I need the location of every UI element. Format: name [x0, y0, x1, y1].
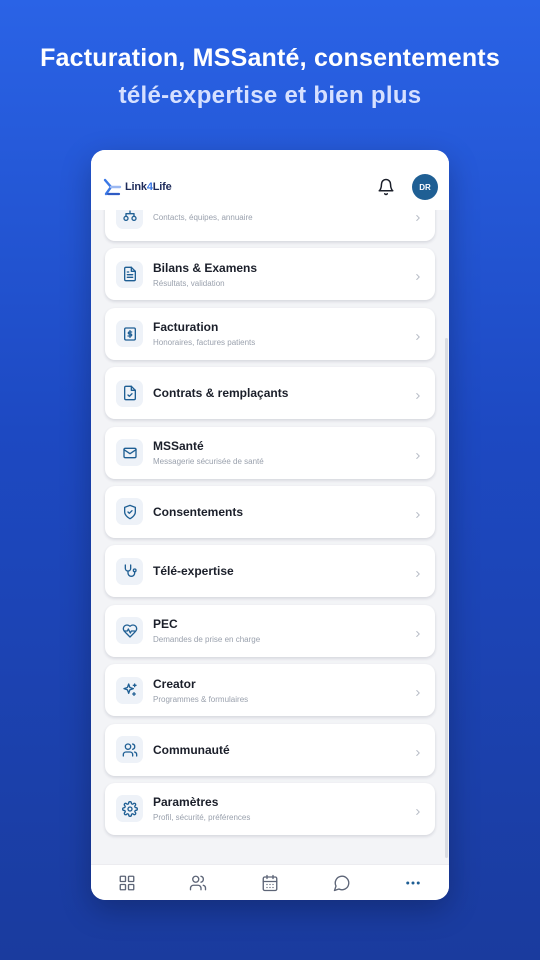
menu-item[interactable]: PEC Demandes de prise en charge — [105, 604, 435, 657]
users-icon — [116, 736, 143, 764]
org-icon — [116, 210, 143, 229]
menu-item-subtitle: Demandes de prise en charge — [153, 635, 261, 645]
bell-icon[interactable] — [376, 177, 396, 197]
contract-icon — [116, 379, 143, 407]
heart-pulse-icon — [116, 617, 143, 645]
menu-item-subtitle: Profil, sécurité, préférences — [153, 813, 251, 823]
menu-item-text: Contrats & remplaçants — [153, 386, 413, 400]
logo-text: Link4Life — [125, 181, 172, 193]
menu-scroll-area[interactable]: Contacts, équipes, annuaire Bilans & Exam… — [91, 210, 449, 864]
menu-item[interactable]: MSSanté Messagerie sécurisée de santé — [105, 426, 435, 479]
chevron-right-icon — [413, 388, 423, 400]
menu-item-subtitle: Résultats, validation — [153, 278, 225, 288]
chevron-right-icon — [413, 566, 423, 578]
logo-mark-icon — [103, 178, 122, 196]
menu-item[interactable]: Télé-expertise — [105, 545, 435, 598]
menu-item[interactable]: Communauté — [105, 723, 435, 776]
grid-icon[interactable] — [118, 874, 136, 892]
menu-item-text: Télé-expertise — [153, 564, 413, 578]
menu-item-title: Contrats & remplaçants — [153, 386, 289, 401]
menu-item-title: Télé-expertise — [153, 564, 234, 579]
promo-subline: télé-expertise et bien plus — [118, 82, 422, 109]
menu-item-subtitle: Contacts, équipes, annuaire — [153, 212, 253, 222]
patients-icon[interactable] — [189, 874, 207, 892]
chevron-right-icon — [413, 745, 423, 756]
menu-item-title: PEC — [153, 617, 178, 632]
menu-item-text: Contacts, équipes, annuaire — [153, 210, 413, 222]
invoice-icon — [116, 320, 143, 348]
mail-icon — [116, 439, 143, 467]
status-bar — [91, 150, 449, 164]
document-icon — [116, 260, 143, 288]
menu-item[interactable]: Consentements — [105, 485, 435, 538]
more-icon[interactable] — [404, 874, 422, 892]
chevron-right-icon — [413, 210, 423, 221]
chevron-right-icon — [413, 448, 423, 459]
menu-item-title: Facturation — [153, 320, 219, 335]
chevron-right-icon — [413, 507, 423, 518]
menu-item-text: Creator Programmes & formulaires — [153, 677, 413, 704]
chevron-right-icon — [413, 269, 423, 281]
app-logo[interactable]: Link4Life — [102, 177, 172, 197]
menu-item-text: Consentements — [153, 505, 413, 519]
menu-item-text: Paramètres Profil, sécurité, préférences — [153, 795, 413, 822]
menu-item-text: Facturation Honoraires, factures patients — [153, 320, 413, 347]
chat-icon[interactable] — [333, 874, 351, 892]
calendar-icon[interactable] — [261, 874, 279, 892]
stethoscope-icon — [116, 557, 143, 585]
menu-item-title: Communauté — [153, 742, 230, 757]
menu-item-title: MSSanté — [153, 439, 204, 454]
avatar[interactable]: DR — [412, 174, 438, 200]
menu-item-text: Communauté — [153, 743, 413, 757]
menu-item[interactable]: Facturation Honoraires, factures patients — [105, 307, 435, 360]
bottom-nav — [91, 864, 449, 900]
gear-icon — [116, 795, 143, 823]
scrollbar[interactable] — [445, 338, 448, 858]
menu-item-text: MSSanté Messagerie sécurisée de santé — [153, 439, 413, 466]
promo-headline: Facturation, MSSanté, consentements — [40, 44, 500, 72]
menu-item[interactable]: Contacts, équipes, annuaire — [105, 210, 435, 241]
menu-item-text: Bilans & Examens Résultats, validation — [153, 261, 413, 288]
menu-item-subtitle: Honoraires, factures patients — [153, 338, 256, 348]
menu-item-title: Creator — [153, 676, 196, 691]
chevron-right-icon — [413, 804, 423, 815]
menu-item-title: Consentements — [153, 504, 244, 519]
shield-check-icon — [116, 498, 143, 526]
sparkles-icon — [116, 676, 143, 704]
menu-item-title: Bilans & Examens — [153, 260, 258, 275]
menu-item[interactable]: Paramètres Profil, sécurité, préférences — [105, 782, 435, 835]
chevron-right-icon — [413, 626, 423, 637]
menu-item-subtitle: Programmes & formulaires — [153, 694, 249, 704]
menu-list: Contacts, équipes, annuaire Bilans & Exam… — [105, 210, 435, 842]
menu-item-title: Paramètres — [153, 795, 219, 810]
menu-item[interactable]: Bilans & Examens Résultats, validation — [105, 248, 435, 301]
app-bar: Link4Life DR — [91, 164, 449, 210]
chevron-right-icon — [413, 329, 423, 340]
phone-screen: Link4Life DR Contacts, équipes, annuaire… — [91, 150, 449, 900]
menu-item-subtitle: Messagerie sécurisée de santé — [153, 457, 264, 467]
menu-item[interactable]: Creator Programmes & formulaires — [105, 664, 435, 717]
chevron-right-icon — [413, 685, 423, 697]
menu-item[interactable]: Contrats & remplaçants — [105, 367, 435, 420]
menu-item-text: PEC Demandes de prise en charge — [153, 617, 413, 644]
